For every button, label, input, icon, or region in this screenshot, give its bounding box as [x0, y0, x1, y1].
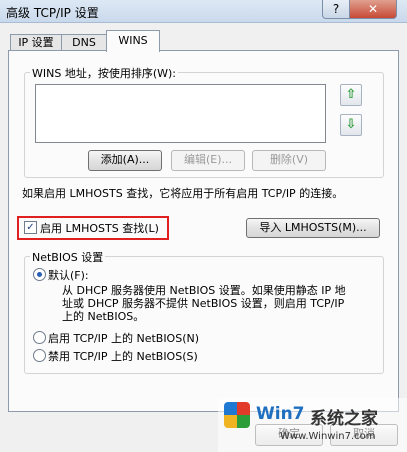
checkmark-icon: ✓: [26, 222, 35, 233]
enable-lmhosts-label[interactable]: 启用 LMHOSTS 查找(L): [40, 220, 159, 236]
netbios-group-label: NetBIOS 设置: [30, 249, 106, 265]
enable-lmhosts-checkbox[interactable]: ✓: [24, 221, 37, 234]
watermark: Win7 系统之家 Www.Winwin7.com: [218, 398, 407, 452]
netbios-disable-radio[interactable]: [33, 349, 46, 362]
wins-group-label: WINS 地址，按使用排序(W):: [30, 65, 178, 81]
netbios-default-radio[interactable]: [33, 268, 46, 281]
radio-selected-dot: [37, 272, 42, 277]
close-button[interactable]: ✕: [349, 0, 397, 19]
tab-ip-settings[interactable]: IP 设置: [10, 34, 62, 51]
netbios-enable-label[interactable]: 启用 TCP/IP 上的 NetBIOS(N): [48, 330, 199, 346]
netbios-enable-radio[interactable]: [33, 331, 46, 344]
watermark-logo-text: Win7: [256, 404, 305, 424]
watermark-site-name: 系统之家: [310, 409, 378, 429]
netbios-default-label[interactable]: 默认(F):: [48, 267, 89, 283]
edit-button[interactable]: 编辑(E)...: [171, 150, 245, 171]
arrow-down-icon: ⇩: [345, 117, 357, 132]
import-lmhosts-button[interactable]: 导入 LMHOSTS(M)...: [246, 218, 380, 238]
move-up-button[interactable]: ⇧: [340, 84, 362, 106]
wins-address-list[interactable]: [35, 84, 326, 143]
move-down-button[interactable]: ⇩: [340, 114, 362, 136]
window-title: 高级 TCP/IP 设置: [6, 6, 99, 20]
netbios-disable-label[interactable]: 禁用 TCP/IP 上的 NetBIOS(S): [48, 348, 198, 364]
arrow-up-icon: ⇧: [345, 87, 357, 102]
add-button[interactable]: 添加(A)...: [88, 150, 162, 171]
tab-wins[interactable]: WINS: [106, 30, 160, 52]
watermark-url: Www.Winwin7.com: [280, 431, 376, 442]
windows-logo-icon: [224, 402, 250, 428]
lmhosts-info-text: 如果启用 LMHOSTS 查找，它将应用于所有启用 TCP/IP 的连接。: [22, 187, 344, 200]
netbios-default-desc-3: 上的 NetBIOS。: [62, 310, 145, 323]
delete-button[interactable]: 删除(V): [252, 150, 326, 171]
help-button[interactable]: ?: [322, 0, 350, 19]
tab-dns[interactable]: DNS: [61, 34, 107, 51]
